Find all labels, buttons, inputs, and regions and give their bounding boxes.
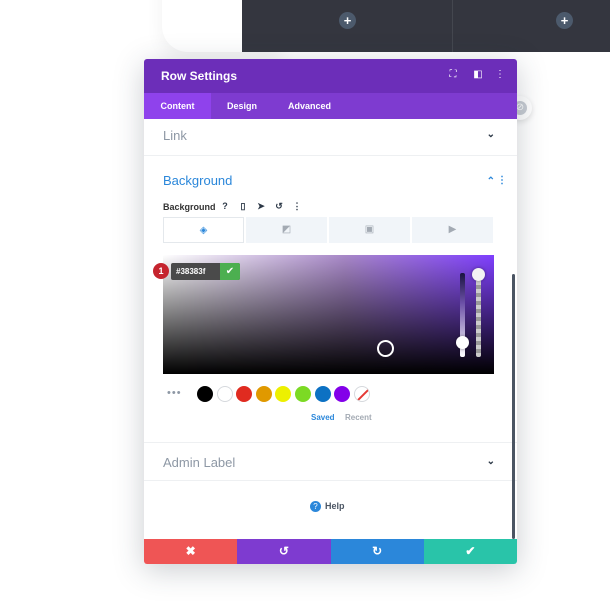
discard-button[interactable]: ✖ bbox=[144, 539, 238, 564]
section-more-icon[interactable]: ⋮ bbox=[497, 175, 507, 186]
add-module-button-left[interactable]: + bbox=[339, 12, 356, 29]
help-icon[interactable]: ? bbox=[219, 200, 231, 212]
reset-icon[interactable]: ↺ bbox=[273, 200, 285, 212]
fullscreen-icon[interactable]: ⛶ bbox=[446, 68, 460, 82]
hover-pointer-icon[interactable]: ➤ bbox=[255, 200, 267, 212]
chevron-up-icon[interactable]: ⌃ bbox=[487, 176, 495, 187]
tab-content[interactable]: Content bbox=[144, 93, 211, 119]
background-field-label: Background bbox=[163, 202, 216, 212]
step-badge: 1 bbox=[153, 263, 169, 279]
gradient-tab[interactable]: ◩ bbox=[246, 217, 327, 243]
help-link[interactable]: Help bbox=[325, 501, 345, 511]
chevron-down-icon: ⌄ bbox=[486, 129, 495, 140]
more-swatches-icon[interactable]: ••• bbox=[167, 387, 182, 399]
recent-colors-tab[interactable]: Recent bbox=[345, 413, 372, 422]
swatch-transparent[interactable] bbox=[353, 386, 370, 402]
tab-design[interactable]: Design bbox=[211, 93, 273, 119]
hue-slider-handle[interactable] bbox=[456, 336, 469, 349]
split-view-icon[interactable]: ◧ bbox=[471, 68, 485, 82]
video-tab[interactable]: ▶ bbox=[412, 217, 493, 243]
section-admin-label-title: Admin Label bbox=[163, 455, 236, 470]
background-type-tabs: ◈ ◩ ▣ ▶ bbox=[163, 217, 494, 243]
modal-title: Row Settings bbox=[161, 69, 238, 83]
modal-tabs: Content Design Advanced bbox=[144, 93, 517, 119]
more-options-icon[interactable]: ⋮ bbox=[493, 68, 507, 82]
opacity-slider[interactable] bbox=[476, 273, 481, 357]
opacity-slider-handle[interactable] bbox=[472, 268, 485, 281]
mobile-icon[interactable]: ▯ bbox=[237, 200, 249, 212]
image-icon: ▣ bbox=[364, 224, 375, 235]
color-swatch[interactable] bbox=[314, 386, 331, 402]
color-swatch[interactable] bbox=[295, 386, 311, 402]
save-button[interactable]: ✔ bbox=[423, 539, 517, 564]
saved-colors-tab[interactable]: Saved bbox=[311, 413, 335, 422]
chevron-down-icon: ⌄ bbox=[486, 456, 495, 467]
color-swatch[interactable] bbox=[197, 386, 213, 402]
modal-header: Row Settings ⛶ ◧ ⋮ bbox=[144, 59, 517, 93]
video-icon: ▶ bbox=[448, 224, 457, 235]
scrollbar[interactable] bbox=[512, 274, 515, 539]
field-more-icon[interactable]: ⋮ bbox=[291, 200, 303, 212]
confirm-check-icon[interactable]: ✔ bbox=[220, 263, 240, 280]
paint-bucket-icon: ◈ bbox=[199, 225, 208, 236]
section-link[interactable]: Link ⌄ bbox=[144, 119, 517, 156]
color-fill-tab[interactable]: ◈ bbox=[163, 217, 244, 243]
undo-button[interactable]: ↺ bbox=[237, 539, 331, 564]
column-divider bbox=[452, 0, 453, 52]
row-settings-modal: Row Settings ⛶ ◧ ⋮ Content Design Advanc… bbox=[144, 59, 517, 564]
redo-button[interactable]: ↻ bbox=[330, 539, 424, 564]
tab-advanced[interactable]: Advanced bbox=[273, 93, 346, 119]
add-module-button-right[interactable]: + bbox=[556, 12, 573, 29]
color-picker-handle[interactable] bbox=[377, 340, 394, 357]
gradient-icon: ◩ bbox=[281, 224, 292, 235]
section-background-title[interactable]: Background bbox=[163, 173, 232, 188]
section-link-title: Link bbox=[163, 128, 187, 143]
color-swatch[interactable] bbox=[216, 386, 233, 402]
image-tab[interactable]: ▣ bbox=[329, 217, 410, 243]
color-swatch[interactable] bbox=[255, 386, 272, 402]
section-admin-label[interactable]: Admin Label ⌄ bbox=[144, 443, 517, 481]
canvas-dark-row: + + bbox=[242, 0, 610, 52]
help-circle-icon[interactable]: ? bbox=[310, 501, 321, 512]
modal-footer: ✖ ↺ ↻ ✔ bbox=[144, 539, 517, 564]
